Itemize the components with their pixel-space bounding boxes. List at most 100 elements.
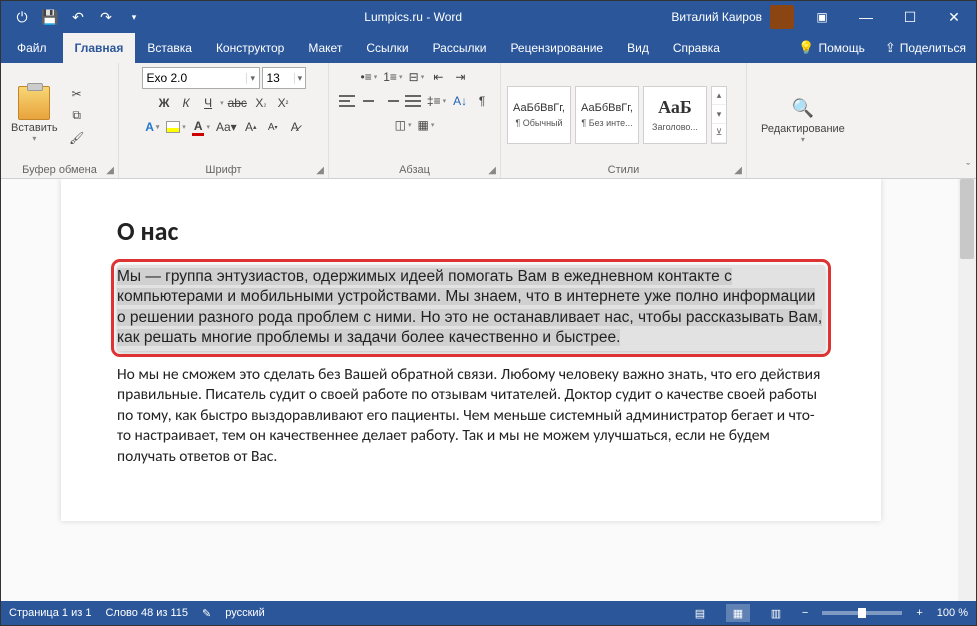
tab-help[interactable]: Справка <box>661 33 732 63</box>
user-name[interactable]: Виталий Каиров <box>671 10 762 24</box>
doc-paragraph[interactable]: Но мы не сможем это сделать без Вашей об… <box>117 365 825 467</box>
tab-view[interactable]: Вид <box>615 33 661 63</box>
undo-icon[interactable]: ↶ <box>67 6 89 28</box>
tab-insert[interactable]: Вставка <box>135 33 204 63</box>
tell-me-button[interactable]: 💡Помощь <box>788 33 875 63</box>
vertical-scrollbar[interactable] <box>958 179 976 601</box>
editing-label: Редактирование <box>761 123 845 135</box>
style-heading1[interactable]: АаБ Заголово... <box>643 86 707 144</box>
superscript-button[interactable]: X² <box>273 93 293 113</box>
zoom-out-button[interactable]: − <box>802 607 808 619</box>
tab-review[interactable]: Рецензирование <box>498 33 615 63</box>
cut-icon[interactable]: ✂ <box>66 85 88 103</box>
change-case-button[interactable]: Aa▾ <box>214 117 239 137</box>
copy-icon[interactable]: ⧉ <box>66 107 88 125</box>
editing-button[interactable]: 🔍 Редактирование ▾ <box>753 94 853 148</box>
paragraph-dialog-launcher[interactable]: ◢ <box>488 165 496 176</box>
style-normal[interactable]: АаБбВвГг, ¶ Обычный <box>507 86 571 144</box>
show-marks-button[interactable]: ¶ <box>472 91 492 111</box>
chevron-down-icon[interactable]: ▾ <box>294 73 304 84</box>
tab-references[interactable]: Ссылки <box>354 33 420 63</box>
text-effects-button[interactable]: A <box>142 117 162 137</box>
zoom-in-button[interactable]: + <box>916 607 922 619</box>
doc-heading[interactable]: О нас <box>117 215 825 247</box>
align-center-button[interactable] <box>359 91 379 111</box>
tab-layout[interactable]: Макет <box>296 33 354 63</box>
redo-icon[interactable]: ↷ <box>95 6 117 28</box>
font-size-input[interactable] <box>263 71 295 85</box>
multilevel-button[interactable]: ⊟ <box>406 67 426 87</box>
share-label: Поделиться <box>900 41 966 55</box>
web-layout-icon[interactable]: ▥ <box>764 604 788 622</box>
font-name-input[interactable] <box>143 71 247 85</box>
strikethrough-button[interactable]: abc <box>226 93 249 113</box>
language-indicator[interactable]: русский <box>225 607 264 619</box>
read-mode-icon[interactable]: ▤ <box>688 604 712 622</box>
shading-button[interactable]: ◫ <box>393 115 414 135</box>
style-nospacing[interactable]: АаБбВвГг, ¶ Без инте... <box>575 86 639 144</box>
maximize-button[interactable]: ☐ <box>888 1 932 33</box>
align-right-button[interactable] <box>381 91 401 111</box>
ribbon-display-options-icon[interactable]: ▣ <box>800 10 844 24</box>
font-color-icon: A <box>192 119 205 136</box>
zoom-slider-knob[interactable] <box>858 608 866 618</box>
doc-paragraph-selected[interactable]: Мы — группа энтузиастов, одержимых идеей… <box>117 265 825 351</box>
tell-me-label: Помощь <box>818 41 864 55</box>
clipboard-dialog-launcher[interactable]: ◢ <box>106 165 114 176</box>
autosave-icon[interactable]: ⏻ <box>11 6 33 28</box>
word-count[interactable]: Слово 48 из 115 <box>105 607 188 619</box>
justify-button[interactable] <box>403 91 423 111</box>
close-button[interactable]: ✕ <box>932 1 976 33</box>
clear-formatting-button[interactable]: A̷ <box>285 117 305 137</box>
share-button[interactable]: ⇪Поделиться <box>875 33 976 63</box>
borders-button[interactable]: ▦ <box>416 115 437 135</box>
underline-button[interactable]: Ч <box>198 93 218 113</box>
qa-customize-icon[interactable]: ▾ <box>123 6 145 28</box>
spellcheck-icon[interactable]: ✎ <box>202 607 211 620</box>
grow-font-button[interactable]: A▴ <box>241 117 261 137</box>
styles-gallery-scroll[interactable]: ▴ ▾ ⊻ <box>711 86 727 144</box>
shrink-font-button[interactable]: A▾ <box>263 117 283 137</box>
sort-button[interactable]: A↓ <box>450 91 470 111</box>
page-indicator[interactable]: Страница 1 из 1 <box>9 607 91 619</box>
gallery-down-icon[interactable]: ▾ <box>712 105 726 124</box>
bold-button[interactable]: Ж <box>154 93 174 113</box>
align-right-icon <box>383 94 399 108</box>
scrollbar-thumb[interactable] <box>960 179 974 259</box>
paste-button[interactable]: Вставить ▾ <box>7 84 62 145</box>
highlight-button[interactable] <box>164 117 188 137</box>
save-icon[interactable]: 💾 <box>39 6 61 28</box>
gallery-up-icon[interactable]: ▴ <box>712 87 726 106</box>
italic-button[interactable]: К <box>176 93 196 113</box>
tab-design[interactable]: Конструктор <box>204 33 296 63</box>
zoom-slider[interactable] <box>822 611 902 615</box>
user-avatar-icon[interactable] <box>770 5 794 29</box>
font-name-combo[interactable]: ▾ <box>142 67 260 89</box>
font-size-combo[interactable]: ▾ <box>262 67 306 89</box>
align-center-icon <box>361 94 377 108</box>
tab-home[interactable]: Главная <box>63 33 136 63</box>
styles-dialog-launcher[interactable]: ◢ <box>734 165 742 176</box>
chevron-down-icon[interactable]: ▾ <box>246 73 259 84</box>
minimize-button[interactable]: — <box>844 1 888 33</box>
print-layout-icon[interactable]: ▦ <box>726 604 750 622</box>
zoom-level[interactable]: 100 % <box>937 607 968 619</box>
status-bar: Страница 1 из 1 Слово 48 из 115 ✎ русски… <box>1 601 976 625</box>
format-painter-icon[interactable]: 🖌 <box>66 129 88 147</box>
align-left-button[interactable] <box>337 91 357 111</box>
group-clipboard: Вставить ▾ ✂ ⧉ 🖌 Буфер обмена◢ <box>1 63 119 178</box>
increase-indent-button[interactable]: ⇥ <box>450 67 470 87</box>
subscript-button[interactable]: X₂ <box>251 93 271 113</box>
font-color-button[interactable]: A <box>190 117 212 137</box>
line-spacing-button[interactable]: ‡≡ <box>425 91 448 111</box>
collapse-ribbon-icon[interactable]: ˇ <box>966 162 970 174</box>
bullets-button[interactable]: •≡ <box>359 67 380 87</box>
gallery-more-icon[interactable]: ⊻ <box>712 124 726 143</box>
tab-mailings[interactable]: Рассылки <box>421 33 499 63</box>
document-page[interactable]: О нас Мы — группа энтузиастов, одержимых… <box>61 179 881 521</box>
decrease-indent-button[interactable]: ⇤ <box>428 67 448 87</box>
tab-file[interactable]: Файл <box>1 33 63 63</box>
numbering-button[interactable]: 1≡ <box>381 67 404 87</box>
underline-more[interactable]: ▾ <box>220 99 224 107</box>
font-dialog-launcher[interactable]: ◢ <box>316 165 324 176</box>
